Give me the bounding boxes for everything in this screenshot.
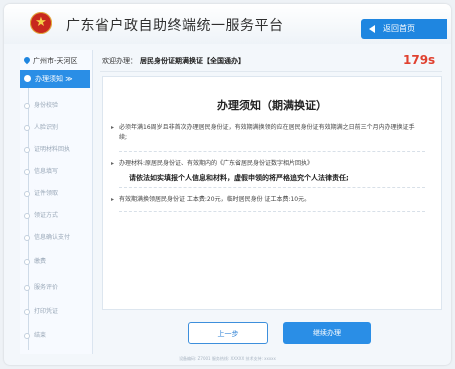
step-item: 缴费 xyxy=(24,256,90,268)
step-label: 打印凭证 xyxy=(34,308,59,315)
step-label: 信息确认支付 xyxy=(34,234,71,241)
step-label: 领证方式 xyxy=(34,212,59,219)
step-dot-icon xyxy=(24,235,30,241)
step-dot-icon xyxy=(24,191,30,197)
location-text: 广州市-天河区 xyxy=(33,57,78,65)
location-pin-icon xyxy=(22,55,32,65)
notice-paragraph: ▸ 有效期满换领居民身份证 工本费:20元，临时居民身份 证工本费:10元。 xyxy=(111,195,419,205)
step-dot-icon xyxy=(24,103,30,109)
step-label: 人脸识别 xyxy=(34,124,59,131)
step-label: 结束 xyxy=(34,332,47,339)
step-dot-icon xyxy=(24,169,30,175)
header-bar: 广东省户政自助终端统一服务平台 返回首页 xyxy=(4,4,451,44)
legal-warning: 请依法如实填报个人信息和材料，虚假申领的将严格追究个人法律责任; xyxy=(129,174,349,182)
step-dot-icon xyxy=(24,147,30,153)
return-home-label: 返回首页 xyxy=(383,24,415,33)
bullet-icon: ▸ xyxy=(111,160,115,167)
step-sidebar: 广州市-天河区 办理须知 ≫ 身份校验 人脸识别 证明材料回执 信息填写 证件领… xyxy=(20,50,93,354)
step-label: 证明材料回执 xyxy=(34,146,71,153)
welcome-line: 欢迎办理： 居民身份证期满换证【全国通办】 xyxy=(102,56,245,66)
continue-button[interactable]: 继续办理 xyxy=(283,322,371,344)
dashed-divider xyxy=(119,151,425,152)
service-name: 居民身份证期满换证【全国通办】 xyxy=(140,57,245,65)
return-home-button[interactable]: 返回首页 xyxy=(361,19,447,39)
dashed-divider xyxy=(119,187,425,188)
bullet-icon: ▸ xyxy=(111,124,115,131)
step-dot-icon xyxy=(24,125,30,131)
step-item: 身份校验 xyxy=(24,100,90,112)
kiosk-screen: 广东省户政自助终端统一服务平台 返回首页 广州市-天河区 办理须知 ≫ 身份校验… xyxy=(4,4,451,365)
location-indicator: 广州市-天河区 xyxy=(22,55,78,66)
bullet-icon: ▸ xyxy=(111,196,115,203)
step-item: 服务评价 xyxy=(24,282,90,294)
countdown-timer: 179s xyxy=(403,53,436,67)
notice-card: 办理须知（期满换证） ▸ 必须年满16周岁且非首次办理居民身份证，有效期满换领的应… xyxy=(102,76,442,310)
step-label: 证件领取 xyxy=(34,190,59,197)
step-dot-icon xyxy=(24,75,31,82)
step-label: 办理须知 ≫ xyxy=(35,75,73,83)
step-item: 信息填写 xyxy=(24,166,90,178)
step-item: 领证方式 xyxy=(24,210,90,222)
app-title: 广东省户政自助终端统一服务平台 xyxy=(66,18,284,34)
notice-paragraph: ▸ 必须年满16周岁且非首次办理居民身份证，有效期满换领的应在居民身份证有效期满之… xyxy=(111,123,419,143)
step-item: 证件领取 xyxy=(24,188,90,200)
step-item: 证明材料回执 xyxy=(24,144,90,156)
welcome-prefix: 欢迎办理： xyxy=(102,57,137,65)
paragraph-text: 有效期满换领居民身份证 工本费:20元，临时居民身份 证工本费:10元。 xyxy=(119,196,311,203)
step-dot-icon xyxy=(24,333,30,339)
divider xyxy=(100,71,442,72)
step-dot-icon xyxy=(24,259,30,265)
step-label: 缴费 xyxy=(34,258,47,265)
step-item-notice-active: 办理须知 ≫ xyxy=(20,70,90,88)
step-item: 人脸识别 xyxy=(24,122,90,134)
paragraph-text: 必须年满16周岁且非首次办理居民身份证，有效期满换领的应在居民身份证有效期满之日… xyxy=(119,124,415,141)
step-dot-icon xyxy=(24,309,30,315)
step-label: 身份校验 xyxy=(34,102,59,109)
notice-paragraph: ▸ 办理材料:原居民身份证、有效期内的《广东省居民身份证数字相片回执》 xyxy=(111,159,419,169)
step-item: 结束 xyxy=(24,330,90,342)
step-item: 打印凭证 xyxy=(24,306,90,318)
paragraph-text: 办理材料:原居民身份证、有效期内的《广东省居民身份证数字相片回执》 xyxy=(119,160,314,167)
previous-step-button[interactable]: 上一步 xyxy=(188,322,268,344)
step-item: 信息确认支付 xyxy=(24,232,90,244)
step-label: 服务评价 xyxy=(34,284,59,291)
step-dot-icon xyxy=(24,285,30,291)
dashed-divider xyxy=(119,211,425,212)
footer-info: 设备编码: Z7001 服务热线: XXXXX 技术支持: xxxxx xyxy=(179,356,276,361)
step-dot-icon xyxy=(24,213,30,219)
back-arrow-icon xyxy=(369,25,375,33)
step-label: 信息填写 xyxy=(34,168,59,175)
national-emblem-icon xyxy=(30,12,52,34)
notice-title: 办理须知（期满换证） xyxy=(217,99,327,112)
